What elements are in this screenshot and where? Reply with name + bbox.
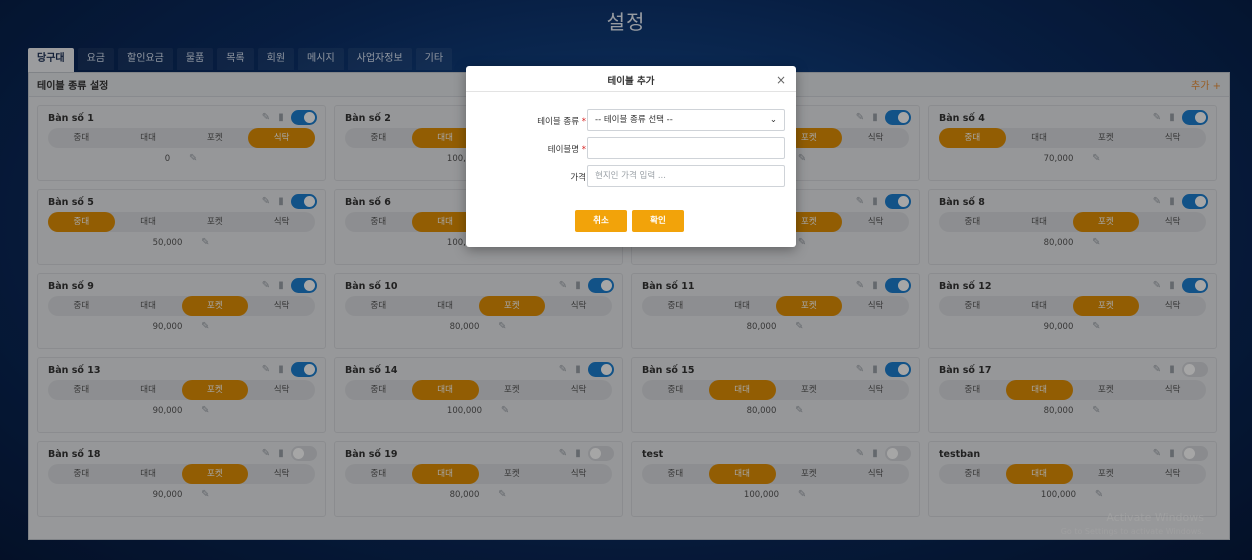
cancel-button[interactable]: 취소	[575, 210, 627, 232]
table-type-select-value: -- 테이블 종류 선택 --	[595, 115, 673, 125]
price-label: 가격	[570, 173, 586, 183]
price-row: 가격 현지인 가격 입력 ...	[466, 165, 796, 187]
table-name-input[interactable]	[587, 137, 785, 159]
close-icon[interactable]: ×	[776, 73, 786, 87]
type-row: 테이블 종류 * -- 테이블 종류 선택 -- ⌄	[466, 109, 796, 131]
modal-header: 테이블 추가 ×	[466, 66, 796, 92]
name-label: 테이블명 *	[547, 145, 586, 155]
chevron-down-icon: ⌄	[769, 115, 777, 125]
type-label: 테이블 종류 *	[537, 117, 586, 127]
table-type-select[interactable]: -- 테이블 종류 선택 -- ⌄	[587, 109, 785, 131]
price-input[interactable]: 현지인 가격 입력 ...	[587, 165, 785, 187]
modal-title: 테이블 추가	[607, 76, 655, 87]
confirm-button[interactable]: 확인	[632, 210, 684, 232]
add-table-modal: 테이블 추가 × 테이블 종류 * -- 테이블 종류 선택 -- ⌄ 테이블명…	[466, 66, 796, 247]
name-row: 테이블명 *	[466, 137, 796, 159]
